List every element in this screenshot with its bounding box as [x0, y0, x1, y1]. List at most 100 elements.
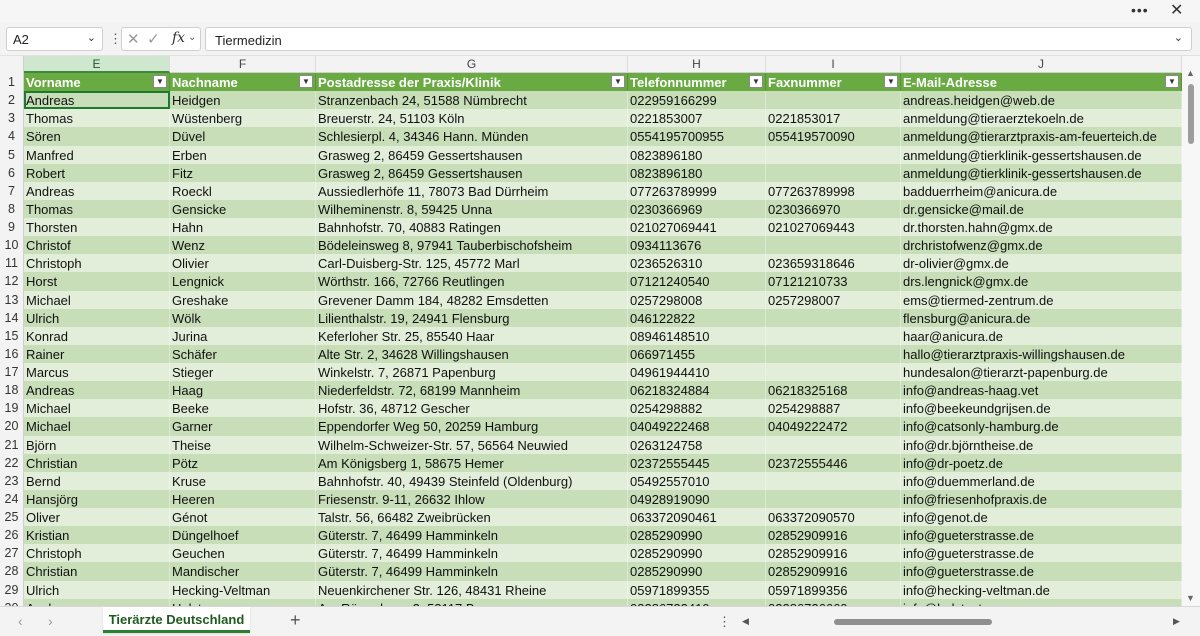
table-cell[interactable]: Roeckl [170, 181, 316, 200]
row-number[interactable]: 15 [0, 326, 24, 345]
chevron-down-icon[interactable]: ⌄ [1174, 31, 1183, 44]
table-cell[interactable]: 0221853007 [628, 109, 766, 128]
table-cell[interactable]: Thorsten [24, 218, 170, 237]
row-number[interactable]: 6 [0, 163, 24, 182]
horizontal-scroll-thumb[interactable] [834, 619, 992, 625]
row-number[interactable]: 13 [0, 290, 24, 309]
chevron-right-icon[interactable]: › [48, 613, 53, 629]
table-cell[interactable]: Schäfer [170, 344, 316, 363]
table-cell[interactable]: 07121240540 [628, 272, 766, 291]
table-cell[interactable] [766, 489, 901, 508]
table-cell[interactable] [766, 308, 901, 327]
row-number[interactable]: 3 [0, 109, 24, 128]
table-cell[interactable] [766, 91, 901, 110]
table-cell[interactable]: ems@tiermed-zentrum.de [901, 290, 1182, 309]
table-cell[interactable]: 066971455 [628, 344, 766, 363]
column-header-f[interactable]: F [170, 56, 316, 73]
table-cell[interactable]: anmeldung@tieraerztekoeln.de [901, 109, 1182, 128]
column-header-i[interactable]: I [766, 56, 901, 73]
table-cell[interactable]: 08946148510 [628, 326, 766, 345]
table-cell[interactable]: 077263789998 [766, 181, 901, 200]
table-cell[interactable]: info@gueterstrasse.de [901, 544, 1182, 563]
row-number[interactable]: 5 [0, 145, 24, 164]
table-cell[interactable]: Thomas [24, 199, 170, 218]
function-icon[interactable]: fx [172, 30, 185, 46]
table-cell[interactable]: 0236526310 [628, 254, 766, 273]
table-cell[interactable]: info@genot.de [901, 508, 1182, 527]
table-cell[interactable]: 0254298887 [766, 399, 901, 418]
table-cell[interactable]: 04049222468 [628, 417, 766, 436]
table-cell[interactable]: 063372090461 [628, 508, 766, 527]
table-cell[interactable]: Hansjörg [24, 489, 170, 508]
table-cell[interactable]: flensburg@anicura.de [901, 308, 1182, 327]
column-title[interactable]: E-Mail-Adresse ▼ [901, 73, 1182, 92]
chevron-down-icon[interactable]: ⌄ [188, 32, 196, 43]
table-cell[interactable]: Gensicke [170, 199, 316, 218]
table-cell[interactable]: 077263789999 [628, 181, 766, 200]
table-cell[interactable]: Heeren [170, 489, 316, 508]
table-cell[interactable]: 0230366969 [628, 199, 766, 218]
table-cell[interactable]: 02372555446 [766, 453, 901, 472]
table-cell[interactable]: Güterstr. 7, 46499 Hamminkeln [316, 526, 628, 545]
table-cell[interactable]: Grevener Damm 184, 48282 Emsdetten [316, 290, 628, 309]
table-cell[interactable]: anmeldung@tierarztpraxis-am-feuerteich.d… [901, 127, 1182, 146]
row-number[interactable]: 1 [0, 73, 24, 92]
column-title[interactable]: Telefonnummer ▼ [628, 73, 766, 92]
table-cell[interactable]: Eppendorfer Weg 50, 20259 Hamburg [316, 417, 628, 436]
table-cell[interactable]: Andreas [24, 181, 170, 200]
table-cell[interactable]: Ulrich [24, 580, 170, 599]
column-header-h[interactable]: H [628, 56, 766, 73]
table-cell[interactable]: drchristofwenz@gmx.de [901, 236, 1182, 255]
table-cell[interactable] [766, 163, 901, 182]
table-cell[interactable] [766, 471, 901, 490]
row-number[interactable]: 11 [0, 254, 24, 273]
row-number[interactable]: 18 [0, 381, 24, 400]
table-cell[interactable]: Horst [24, 272, 170, 291]
table-cell[interactable]: Bernd [24, 471, 170, 490]
table-cell[interactable]: Fitz [170, 163, 316, 182]
vertical-dots-icon[interactable]: ⋮ [718, 614, 731, 630]
table-cell[interactable]: Wörthstr. 166, 72766 Reutlingen [316, 272, 628, 291]
table-cell[interactable]: Michael [24, 290, 170, 309]
table-cell[interactable]: Robert [24, 163, 170, 182]
row-number[interactable]: 4 [0, 127, 24, 146]
table-cell[interactable]: 0221853017 [766, 109, 901, 128]
table-cell[interactable]: 0285290990 [628, 544, 766, 563]
row-number[interactable]: 24 [0, 489, 24, 508]
row-number[interactable]: 29 [0, 580, 24, 599]
table-cell[interactable]: drs.lengnick@gmx.de [901, 272, 1182, 291]
table-cell[interactable]: Hecking-Veltman [170, 580, 316, 599]
table-cell[interactable] [766, 236, 901, 255]
table-cell[interactable]: dr.gensicke@mail.de [901, 199, 1182, 218]
table-cell[interactable]: anmeldung@tierklinik-gessertshausen.de [901, 145, 1182, 164]
table-cell[interactable]: Wüstenberg [170, 109, 316, 128]
table-cell[interactable]: Génot [170, 508, 316, 527]
table-cell[interactable]: 0823896180 [628, 163, 766, 182]
table-cell[interactable]: anmeldung@tierklinik-gessertshausen.de [901, 163, 1182, 182]
chevron-down-icon[interactable]: ⌄ [87, 31, 96, 44]
table-cell[interactable]: Pötz [170, 453, 316, 472]
table-cell[interactable]: Andreas [24, 91, 170, 110]
column-title[interactable]: Nachname ▼ [170, 73, 316, 92]
table-cell[interactable]: Hahn [170, 218, 316, 237]
table-cell[interactable]: info@duemmerland.de [901, 471, 1182, 490]
table-cell[interactable]: dr.thorsten.hahn@gmx.de [901, 218, 1182, 237]
table-cell[interactable]: 05492557010 [628, 471, 766, 490]
row-number[interactable]: 30 [0, 598, 24, 606]
table-cell[interactable]: Wenz [170, 236, 316, 255]
table-cell[interactable]: Schlesierpl. 4, 34346 Hann. Münden [316, 127, 628, 146]
table-cell[interactable]: 023659318646 [766, 254, 901, 273]
table-cell[interactable]: 05971899355 [628, 580, 766, 599]
table-cell[interactable]: Björn [24, 435, 170, 454]
table-cell[interactable]: Talstr. 56, 66482 Zweibrücken [316, 508, 628, 527]
table-cell[interactable]: Ulrich [24, 308, 170, 327]
table-cell[interactable]: info@gueterstrasse.de [901, 526, 1182, 545]
table-cell[interactable]: Christoph [24, 544, 170, 563]
table-cell[interactable]: info@hecking-veltman.de [901, 580, 1182, 599]
table-cell[interactable]: Christoph [24, 254, 170, 273]
row-number[interactable]: 12 [0, 272, 24, 291]
table-cell[interactable]: 021027069441 [628, 218, 766, 237]
table-cell[interactable] [766, 326, 901, 345]
table-cell[interactable] [766, 363, 901, 382]
cancel-icon[interactable]: ✕ [127, 30, 140, 48]
